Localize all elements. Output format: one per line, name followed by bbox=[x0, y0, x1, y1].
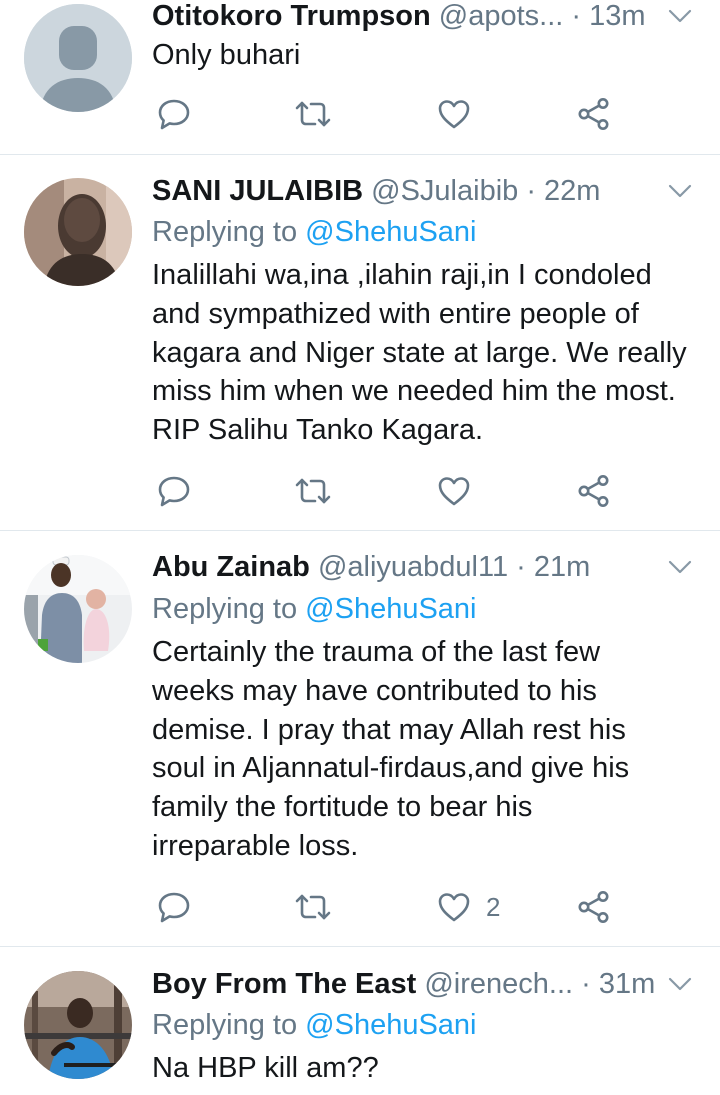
avatar[interactable] bbox=[24, 178, 132, 286]
default-avatar-icon bbox=[24, 4, 132, 112]
tweet-item[interactable]: SANI JULAIBIB @SJulaibib · 22m Replying … bbox=[0, 155, 720, 531]
share-icon bbox=[578, 475, 609, 507]
user-photo bbox=[24, 178, 132, 286]
reply-icon bbox=[158, 476, 190, 507]
replying-to-label: Replying to bbox=[152, 1009, 306, 1041]
timestamp[interactable]: 21m bbox=[534, 551, 590, 583]
retweet-icon bbox=[295, 478, 331, 504]
timestamp[interactable]: 31m bbox=[599, 968, 655, 1000]
retweet-button[interactable] bbox=[294, 92, 332, 136]
tweet-actions bbox=[152, 92, 632, 136]
replying-to: Replying to @ShehuSani bbox=[152, 589, 477, 629]
tweet-text-line: miss him when we needed him the most. bbox=[152, 375, 676, 408]
user-photo bbox=[24, 971, 132, 1079]
tweet-item[interactable]: Abu Zainab @aliyuabdul11 · 21m Replying … bbox=[0, 531, 720, 947]
timestamp[interactable]: 13m bbox=[589, 0, 645, 32]
reply-button[interactable] bbox=[156, 92, 192, 136]
like-count: 2 bbox=[486, 891, 501, 922]
tweet-text-line: Na HBP kill am?? bbox=[152, 1052, 379, 1084]
tweet-text-line: demise. I pray that may Allah rest his bbox=[152, 713, 626, 746]
tweet-text-line: and sympathized with entire people of bbox=[152, 297, 639, 330]
heart-icon bbox=[438, 100, 470, 129]
tweet-header: Abu Zainab @aliyuabdul11 · 21m bbox=[152, 547, 696, 587]
tweet-header: Boy From The East @irenech... · 31m bbox=[152, 964, 696, 1004]
tweet-text-line: family the fortitude to bear his bbox=[152, 791, 533, 824]
retweet-button[interactable] bbox=[294, 469, 332, 513]
share-button[interactable] bbox=[576, 885, 612, 929]
tweet-text-line: RIP Salihu Tanko Kagara. bbox=[152, 414, 484, 447]
share-icon bbox=[578, 98, 609, 130]
display-name[interactable]: Abu Zainab bbox=[152, 551, 310, 583]
tweet-item[interactable]: Boy From The East @irenech... · 31m Repl… bbox=[0, 947, 720, 1095]
display-name[interactable]: Boy From The East bbox=[152, 968, 416, 1000]
reply-icon bbox=[158, 892, 190, 923]
tweet-text-line: weeks may have contributed to his bbox=[152, 674, 597, 707]
display-name[interactable]: Otitokoro Trumpson bbox=[152, 0, 431, 32]
username[interactable]: @apots... bbox=[439, 0, 564, 32]
retweet-icon bbox=[295, 101, 331, 127]
share-button[interactable] bbox=[576, 469, 612, 513]
separator-dot: · bbox=[508, 551, 534, 583]
chevron-down-icon[interactable] bbox=[664, 0, 696, 32]
mention-link[interactable]: @ShehuSani bbox=[305, 593, 476, 625]
replying-to-label: Replying to bbox=[152, 216, 306, 248]
tweet-text-line: irreparable loss. bbox=[152, 829, 359, 862]
tweet-text: Certainly the trauma of the last few wee… bbox=[152, 633, 700, 866]
share-icon bbox=[578, 891, 609, 923]
tweet-text: Only buhari bbox=[152, 36, 700, 75]
username[interactable]: @irenech... bbox=[424, 968, 573, 1000]
heart-icon bbox=[438, 893, 470, 922]
tweet-text-line: soul in Aljannatul-firdaus,and give his bbox=[152, 752, 630, 785]
avatar[interactable] bbox=[24, 971, 132, 1079]
separator-dot: · bbox=[518, 175, 545, 207]
tweet-text: Na HBP kill am?? bbox=[152, 1049, 700, 1088]
mention-link[interactable]: @ShehuSani bbox=[305, 1009, 476, 1041]
tweet-header: SANI JULAIBIB @SJulaibib · 22m bbox=[152, 171, 696, 211]
tweet-item[interactable]: Otitokoro Trumpson @apots... · 13m Only … bbox=[0, 0, 720, 155]
reply-icon bbox=[158, 99, 190, 130]
share-button[interactable] bbox=[576, 92, 612, 136]
display-name[interactable]: SANI JULAIBIB bbox=[152, 175, 363, 207]
tweet-actions bbox=[152, 469, 632, 513]
reply-button[interactable] bbox=[156, 885, 192, 929]
like-button[interactable]: 2 bbox=[436, 885, 500, 929]
like-button[interactable] bbox=[436, 469, 486, 513]
retweet-button[interactable] bbox=[294, 885, 332, 929]
separator-dot: · bbox=[571, 0, 590, 32]
chevron-down-icon[interactable] bbox=[664, 175, 696, 207]
tweet-text: Inalillahi wa,ina ,ilahin raji,in I cond… bbox=[152, 256, 700, 450]
tweet-text-line: Only buhari bbox=[152, 39, 301, 71]
tweet-text-line: kagara and Niger state at large. We real… bbox=[152, 336, 687, 369]
tweet-actions: 2 bbox=[152, 885, 632, 929]
avatar[interactable] bbox=[24, 555, 132, 663]
timestamp[interactable]: 22m bbox=[544, 175, 600, 207]
tweet-text-line: Inalillahi wa,ina ,ilahin raji,in I cond… bbox=[152, 259, 652, 291]
retweet-icon bbox=[295, 894, 331, 920]
like-button[interactable] bbox=[436, 92, 486, 136]
user-photo bbox=[24, 555, 132, 663]
username[interactable]: @SJulaibib bbox=[371, 175, 518, 207]
separator-dot: · bbox=[581, 968, 599, 1000]
replying-to-label: Replying to bbox=[152, 593, 306, 625]
username[interactable]: @aliyuabdul11 bbox=[318, 551, 508, 583]
replying-to: Replying to @ShehuSani bbox=[152, 212, 477, 252]
chevron-down-icon[interactable] bbox=[664, 551, 696, 583]
tweet-header: Otitokoro Trumpson @apots... · 13m bbox=[152, 0, 696, 36]
mention-link[interactable]: @ShehuSani bbox=[305, 216, 476, 248]
reply-button[interactable] bbox=[156, 469, 192, 513]
heart-icon bbox=[438, 477, 470, 506]
chevron-down-icon[interactable] bbox=[664, 968, 696, 1000]
tweet-text-line: Certainly the trauma of the last few bbox=[152, 636, 601, 668]
replying-to: Replying to @ShehuSani bbox=[152, 1005, 477, 1045]
avatar[interactable] bbox=[24, 4, 132, 112]
